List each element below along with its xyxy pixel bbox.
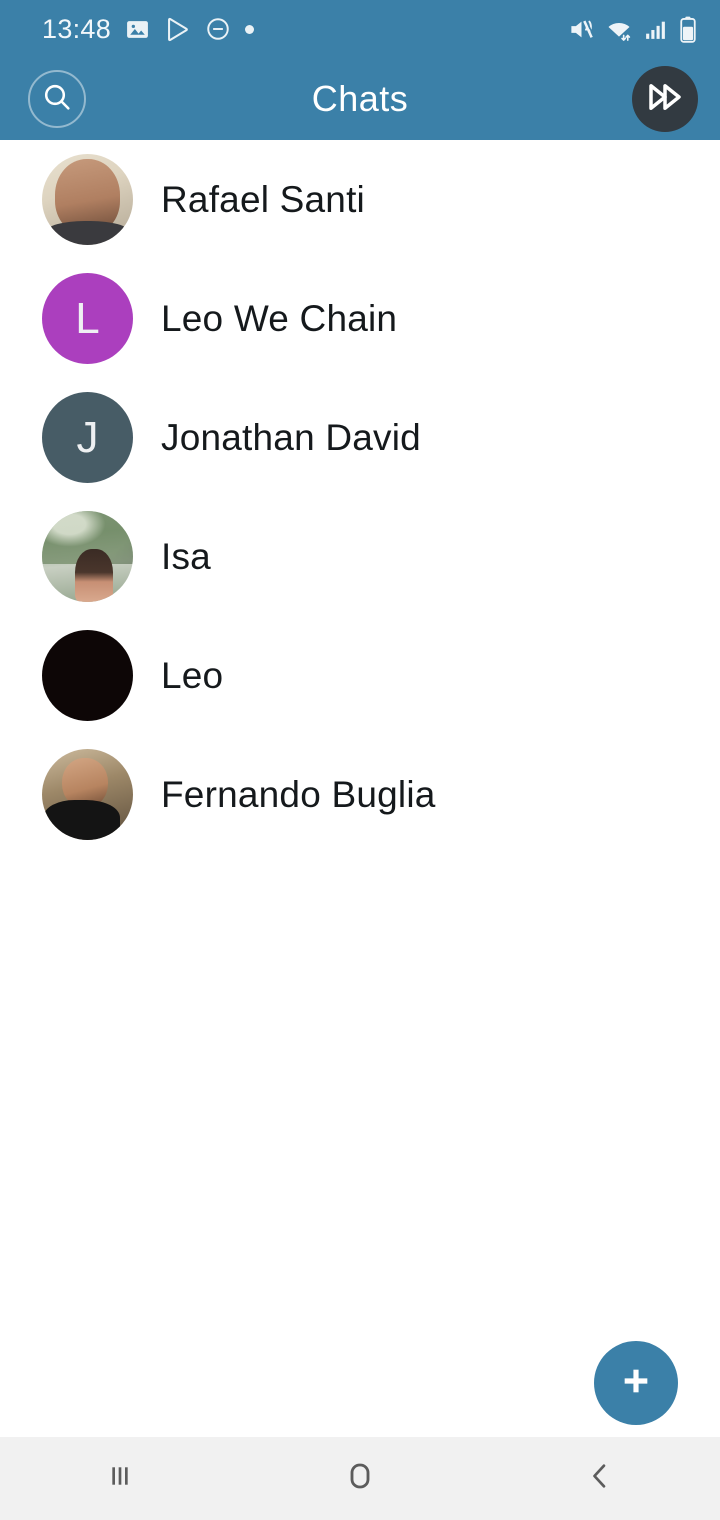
plus-icon: [616, 1361, 656, 1406]
back-chevron-icon: [581, 1457, 619, 1500]
status-bar-left: 13:48: [42, 13, 255, 45]
do-not-disturb-icon: [205, 16, 231, 42]
page-title: Chats: [311, 78, 409, 119]
chat-name: Leo We Chain: [161, 297, 398, 339]
recents-button[interactable]: [40, 1437, 200, 1520]
avatar: [42, 630, 133, 721]
avatar-photo: [42, 749, 133, 840]
avatar-photo: [42, 511, 133, 602]
chat-list-item[interactable]: Fernando Buglia: [0, 735, 720, 854]
app-bar: Chats: [0, 58, 720, 140]
back-button[interactable]: [520, 1437, 680, 1520]
chat-name: Fernando Buglia: [161, 773, 436, 815]
chat-name: Jonathan David: [161, 416, 421, 458]
home-button[interactable]: [280, 1437, 440, 1520]
status-bar: 13:48: [0, 0, 720, 58]
recents-icon: [101, 1457, 139, 1500]
chat-list-item[interactable]: J Jonathan David: [0, 378, 720, 497]
system-navigation-bar: [0, 1437, 720, 1520]
fast-forward-icon: [644, 76, 686, 123]
image-icon: [125, 17, 150, 42]
avatar: L: [42, 273, 133, 364]
play-store-icon: [164, 16, 191, 43]
new-chat-fab[interactable]: [594, 1341, 678, 1425]
avatar: [42, 511, 133, 602]
wifi-icon: [605, 15, 633, 43]
mute-vibrate-icon: [568, 16, 595, 43]
avatar: J: [42, 392, 133, 483]
avatar-initial: J: [76, 412, 99, 462]
status-bar-right: [568, 15, 698, 43]
chat-name: Isa: [161, 535, 211, 577]
chat-list-item[interactable]: Leo: [0, 616, 720, 735]
dot-indicator-icon: [245, 24, 255, 34]
avatar-photo: [42, 154, 133, 245]
avatar: [42, 749, 133, 840]
status-bar-clock: 13:48: [42, 13, 112, 44]
cellular-signal-icon: [643, 17, 668, 42]
chat-list-item[interactable]: Isa: [0, 497, 720, 616]
battery-icon: [678, 16, 698, 43]
phone-screen: 13:48 Chats Rafael Santi L Leo We Chain …: [0, 0, 720, 1520]
avatar: [42, 154, 133, 245]
home-icon: [340, 1456, 380, 1501]
chat-list-item[interactable]: Rafael Santi: [0, 140, 720, 259]
avatar-initial: L: [75, 293, 100, 343]
chat-list-item[interactable]: L Leo We Chain: [0, 259, 720, 378]
chat-list: Rafael Santi L Leo We Chain J Jonathan D…: [0, 140, 720, 1437]
chat-name: Rafael Santi: [161, 178, 365, 220]
forward-button[interactable]: [632, 66, 698, 132]
chat-name: Leo: [161, 654, 224, 696]
